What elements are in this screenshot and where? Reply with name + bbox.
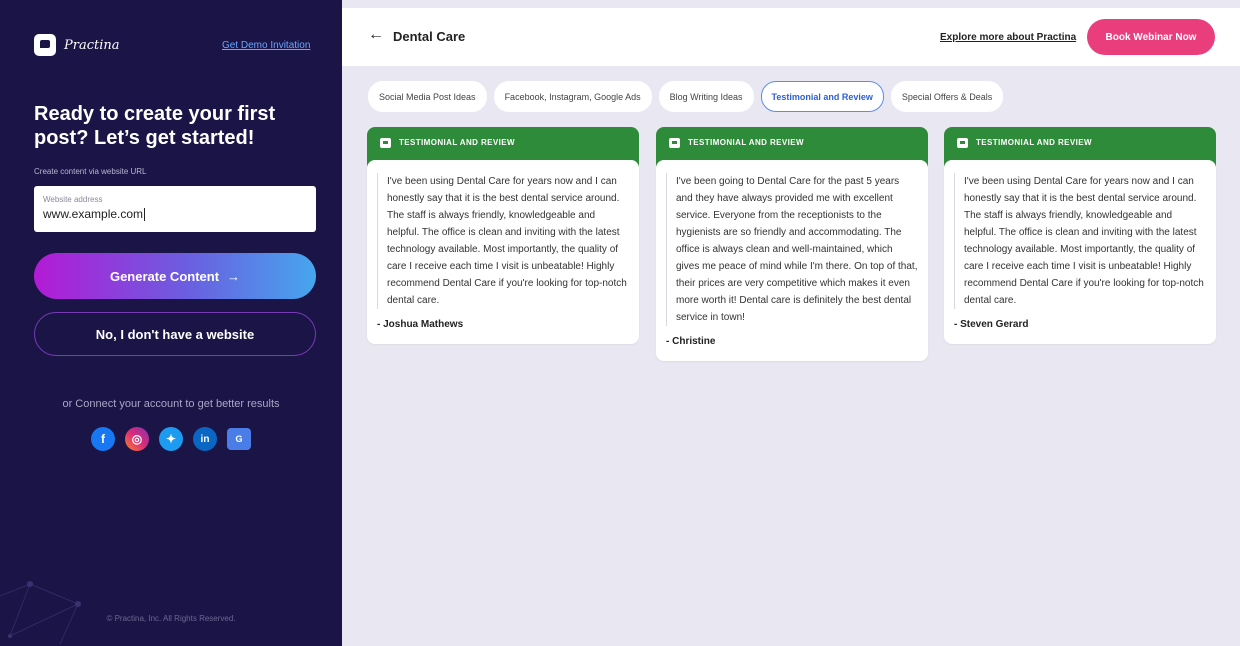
message-badge-icon [380, 138, 391, 148]
message-badge-icon [957, 138, 968, 148]
testimonial-card[interactable]: TESTIMONIAL AND REVIEW I've been using D… [944, 127, 1216, 344]
testimonial-card[interactable]: TESTIMONIAL AND REVIEW I've been going t… [656, 127, 928, 361]
google-my-business-icon[interactable]: G [227, 428, 251, 450]
tab-testimonial-and-review[interactable]: Testimonial and Review [760, 81, 884, 112]
card-body: I've been going to Dental Care for the p… [656, 160, 928, 361]
no-website-button[interactable]: No, I don't have a website [34, 312, 316, 356]
top-bar: ← Dental Care Explore more about Practin… [342, 0, 1240, 66]
back-arrow-icon[interactable]: ← [368, 26, 384, 44]
url-section-label: Create content via website URL [34, 167, 147, 176]
tab-special-offers-deals[interactable]: Special Offers & Deals [890, 81, 1004, 112]
social-connect-icons: f ◎ ✦ in G [91, 427, 251, 451]
card-header-label: TESTIMONIAL AND REVIEW [688, 138, 804, 147]
website-address-input[interactable]: www.example.com [43, 207, 307, 222]
tab-blog-writing-ideas[interactable]: Blog Writing Ideas [658, 81, 754, 112]
facebook-icon[interactable]: f [91, 427, 115, 451]
card-header-label: TESTIMONIAL AND REVIEW [976, 138, 1092, 147]
no-website-label: No, I don't have a website [95, 326, 255, 342]
card-body: I've been using Dental Care for years no… [367, 160, 639, 344]
testimonial-card[interactable]: TESTIMONIAL AND REVIEW I've been using D… [367, 127, 639, 344]
left-panel: Practina Get Demo Invitation Ready to cr… [0, 0, 342, 646]
copyright-text: © Practina, Inc. All Rights Reserved. [106, 614, 236, 623]
get-demo-invitation-link[interactable]: Get Demo Invitation [222, 40, 310, 51]
twitter-icon[interactable]: ✦ [159, 427, 183, 451]
testimonial-author: - Steven Gerard [954, 319, 1029, 330]
generate-content-button[interactable]: Generate Content → [34, 253, 316, 299]
brand-logo[interactable]: Practina [34, 34, 120, 56]
instagram-icon[interactable]: ◎ [125, 427, 149, 451]
testimonial-text: I've been using Dental Care for years no… [954, 173, 1206, 309]
decorative-network-graphic [0, 581, 81, 645]
message-badge-icon [669, 138, 680, 148]
content-category-tabs: Social Media Post Ideas Facebook, Instag… [368, 81, 1004, 112]
card-header-label: TESTIMONIAL AND REVIEW [399, 138, 515, 147]
website-address-label: Website address [43, 195, 103, 204]
linkedin-icon[interactable]: in [193, 427, 217, 451]
testimonial-text: I've been going to Dental Care for the p… [666, 173, 918, 326]
practina-logo-icon [34, 34, 56, 56]
testimonial-author: - Christine [666, 336, 716, 347]
tab-facebook-instagram-google-ads[interactable]: Facebook, Instagram, Google Ads [493, 81, 652, 112]
website-address-field[interactable]: Website address www.example.com [34, 186, 316, 232]
explore-practina-link[interactable]: Explore more about Practina [940, 32, 1076, 43]
testimonial-author: - Joshua Mathews [377, 319, 464, 330]
book-webinar-label: Book Webinar Now [1105, 31, 1197, 43]
page-title: Dental Care [393, 29, 466, 44]
testimonial-text: I've been using Dental Care for years no… [377, 173, 629, 309]
card-body: I've been using Dental Care for years no… [944, 160, 1216, 344]
tab-social-media-post-ideas[interactable]: Social Media Post Ideas [368, 81, 487, 112]
onboarding-headline: Ready to create your first post? Let’s g… [34, 103, 276, 149]
connect-accounts-text: or Connect your account to get better re… [62, 398, 280, 410]
text-cursor [144, 208, 146, 222]
brand-name: Practina [64, 37, 120, 53]
arrow-right-icon: → [227, 268, 241, 284]
generate-content-label: Generate Content [109, 268, 220, 284]
book-webinar-button[interactable]: Book Webinar Now [1087, 19, 1215, 55]
